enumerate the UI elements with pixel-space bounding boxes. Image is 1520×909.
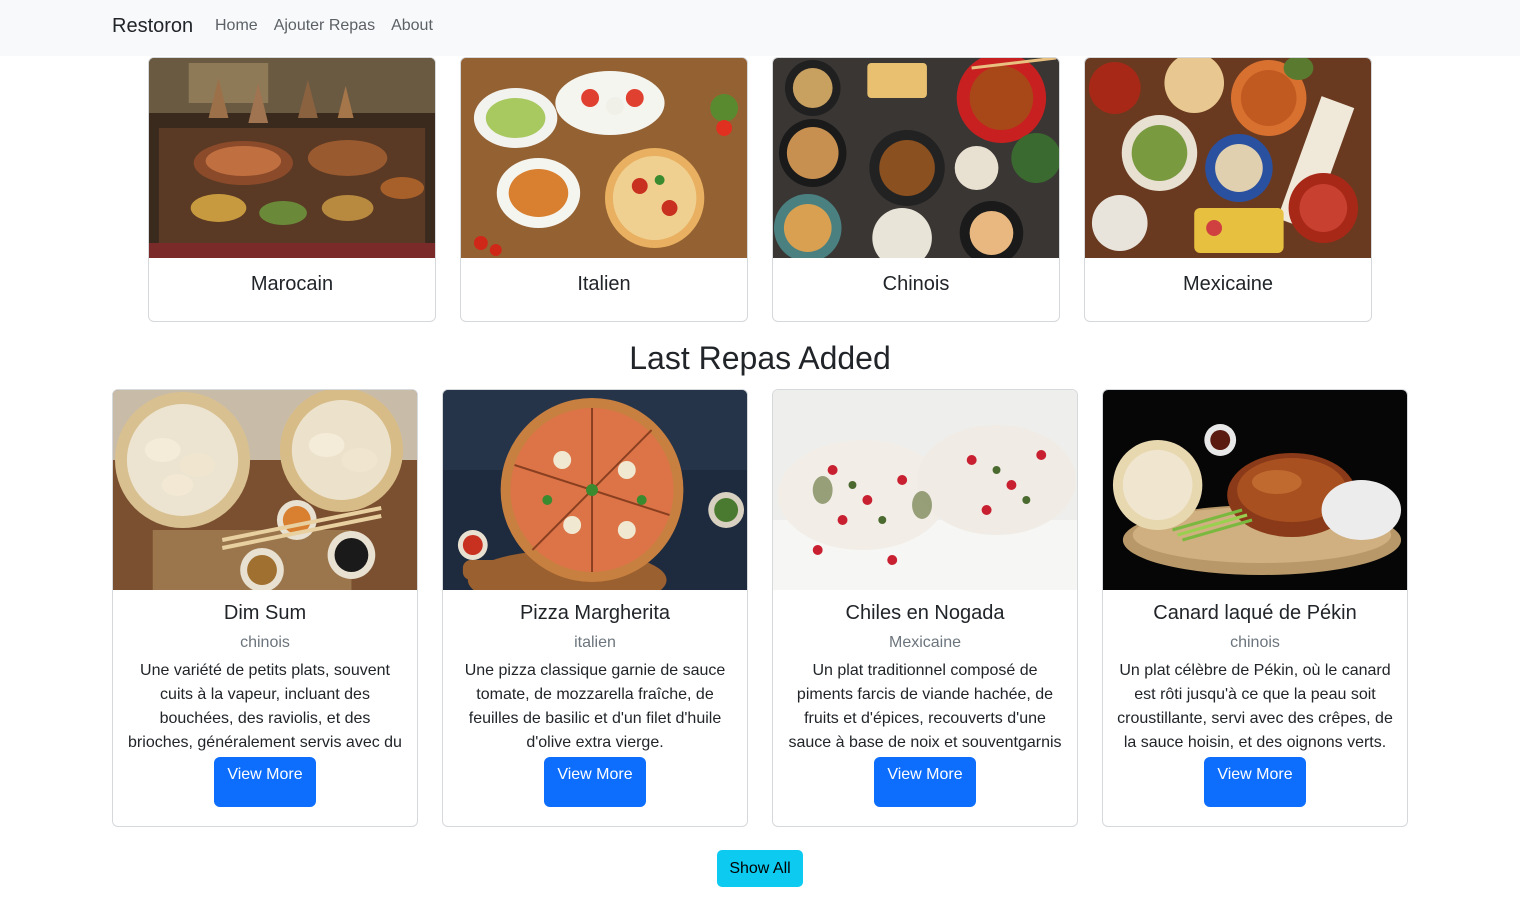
category-card-mexicaine[interactable]: Mexicaine <box>1084 57 1372 322</box>
peking-duck-image <box>1103 390 1407 590</box>
view-more-button[interactable]: View More <box>1204 757 1306 807</box>
italian-feast-image <box>461 58 747 258</box>
repas-name: Pizza Margherita <box>519 602 671 624</box>
repas-body: Dim Sum chinois Une variété de petits pl… <box>113 590 417 807</box>
repas-name: Dim Sum <box>223 602 307 624</box>
show-all-button[interactable]: Show All <box>717 850 803 887</box>
repas-card-dim-sum: Dim Sum chinois Une variété de petits pl… <box>112 389 418 827</box>
category-card-italien[interactable]: Italien <box>460 57 748 322</box>
repas-category: chinois <box>1230 634 1280 651</box>
repas-description: Une pizza classique garnie de sauce toma… <box>464 662 726 751</box>
category-card-chinois[interactable]: Chinois <box>772 57 1060 322</box>
repas-category: italien <box>574 634 616 651</box>
chinese-feast-image <box>773 58 1059 258</box>
repas-body: Pizza Margherita italien Une pizza class… <box>443 590 747 807</box>
repas-body: Canard laqué de Pékin chinois Un plat cé… <box>1103 590 1407 807</box>
repas-description: Une variété de petits plats, souvent cui… <box>128 662 402 751</box>
repas-description: Un plat traditionnel composé de piments … <box>788 662 1062 751</box>
category-title: Mexicaine <box>1182 273 1274 295</box>
chiles-image <box>773 390 1077 590</box>
repas-card-pizza-margherita: Pizza Margherita italien Une pizza class… <box>442 389 748 827</box>
category-card-marocain[interactable]: Marocain <box>148 57 436 322</box>
dim-sum-image <box>113 390 417 590</box>
category-title: Marocain <box>250 273 334 295</box>
repas-category: chinois <box>240 634 290 651</box>
moroccan-feast-image <box>149 58 435 258</box>
category-title: Italien <box>577 273 631 295</box>
repas-body: Chiles en Nogada Mexicaine Un plat tradi… <box>773 590 1077 807</box>
repas-name: Canard laqué de Pékin <box>1153 602 1357 624</box>
nav-link-home[interactable]: Home <box>207 17 266 35</box>
brand-logo[interactable]: Restoron <box>112 15 193 38</box>
pizza-image <box>443 390 747 590</box>
view-more-button[interactable]: View More <box>214 757 316 807</box>
view-more-button[interactable]: View More <box>544 757 646 807</box>
repas-category: Mexicaine <box>888 634 962 651</box>
category-title: Chinois <box>882 273 950 295</box>
repas-card-canard-laque: Canard laqué de Pékin chinois Un plat cé… <box>1102 389 1408 827</box>
view-more-button[interactable]: View More <box>874 757 976 807</box>
repas-name: Chiles en Nogada <box>845 602 1005 624</box>
navbar: Restoron Home Ajouter Repas About <box>0 0 1520 56</box>
section-title: Last Repas Added <box>629 340 891 376</box>
repas-description: Un plat célèbre de Pékin, où le canard e… <box>1117 662 1393 751</box>
nav-link-about[interactable]: About <box>383 17 441 35</box>
nav-link-ajouter-repas[interactable]: Ajouter Repas <box>266 17 383 35</box>
nav-links: Home Ajouter Repas About <box>207 17 441 35</box>
mexican-feast-image <box>1085 58 1371 258</box>
repas-card-chiles-en-nogada: Chiles en Nogada Mexicaine Un plat tradi… <box>772 389 1078 827</box>
